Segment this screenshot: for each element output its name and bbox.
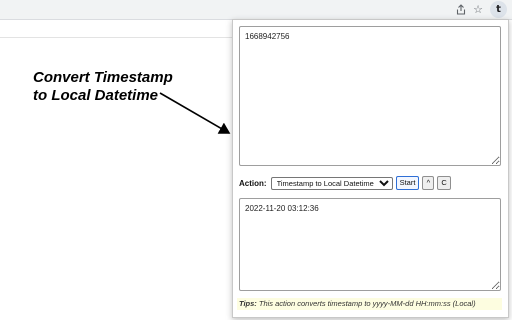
action-label: Action: bbox=[239, 178, 267, 188]
action-row: Action: Timestamp to Local Datetime Star… bbox=[239, 175, 451, 191]
callout-line-2: to Local Datetime bbox=[33, 87, 159, 104]
screen: ☆ t Convert Timestamp to Local Datetime … bbox=[0, 0, 512, 320]
action-select[interactable]: Timestamp to Local Datetime bbox=[270, 176, 393, 190]
tips-bar: Tips: This action converts timestamp to … bbox=[237, 298, 502, 310]
star-icon[interactable]: ☆ bbox=[471, 2, 485, 16]
datetime-output[interactable]: 2022-11-20 03:12:36 bbox=[239, 198, 501, 291]
share-icon[interactable] bbox=[454, 2, 468, 16]
browser-toolbar: ☆ t bbox=[0, 0, 512, 20]
caret-button[interactable]: ^ bbox=[422, 176, 435, 190]
clear-button[interactable]: C bbox=[437, 176, 451, 190]
tips-text: This action converts timestamp to yyyy-M… bbox=[258, 299, 476, 308]
tips-label: Tips: bbox=[239, 299, 257, 308]
share-icon-glyph bbox=[456, 3, 466, 15]
callout-line-1: Convert Timestamp bbox=[33, 69, 173, 86]
start-button[interactable]: Start bbox=[395, 176, 420, 190]
timestamp-input[interactable]: 1668942756 bbox=[239, 26, 501, 166]
callout-annotation: Convert Timestamp to Local Datetime bbox=[33, 69, 173, 105]
extension-icon[interactable]: t bbox=[490, 1, 507, 18]
extension-popup: 1668942756 Action: Timestamp to Local Da… bbox=[232, 19, 509, 318]
page-divider bbox=[0, 37, 232, 38]
